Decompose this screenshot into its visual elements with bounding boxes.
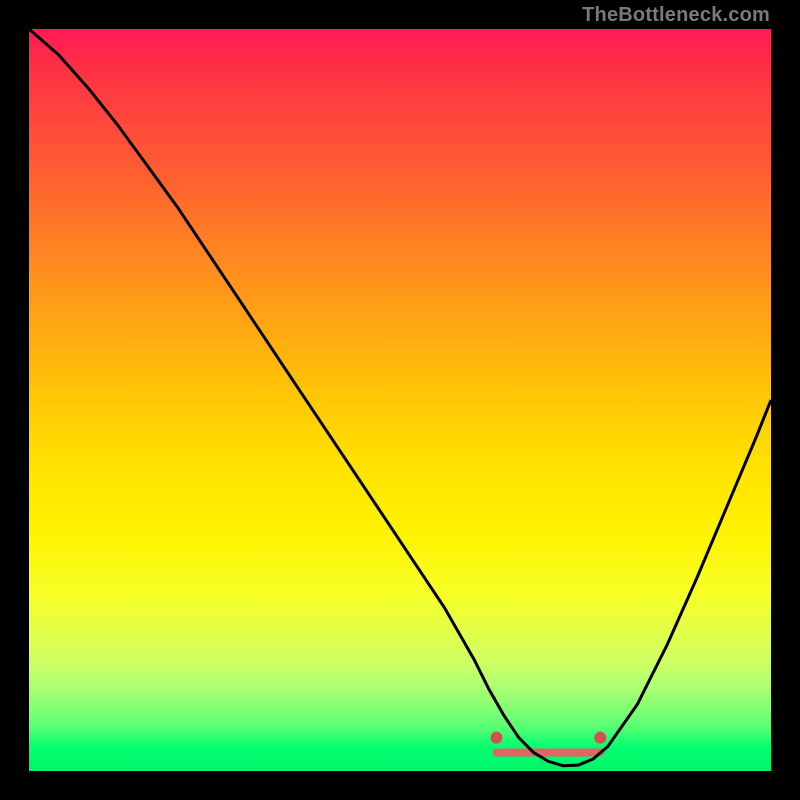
endpoint-markers — [491, 732, 607, 744]
endpoint-marker — [491, 732, 503, 744]
chart-frame: TheBottleneck.com — [0, 0, 800, 800]
watermark-text: TheBottleneck.com — [582, 4, 770, 27]
endpoint-marker — [594, 732, 606, 744]
chart-plot-area — [29, 29, 771, 771]
curve-path — [29, 29, 771, 766]
chart-svg — [29, 29, 771, 771]
